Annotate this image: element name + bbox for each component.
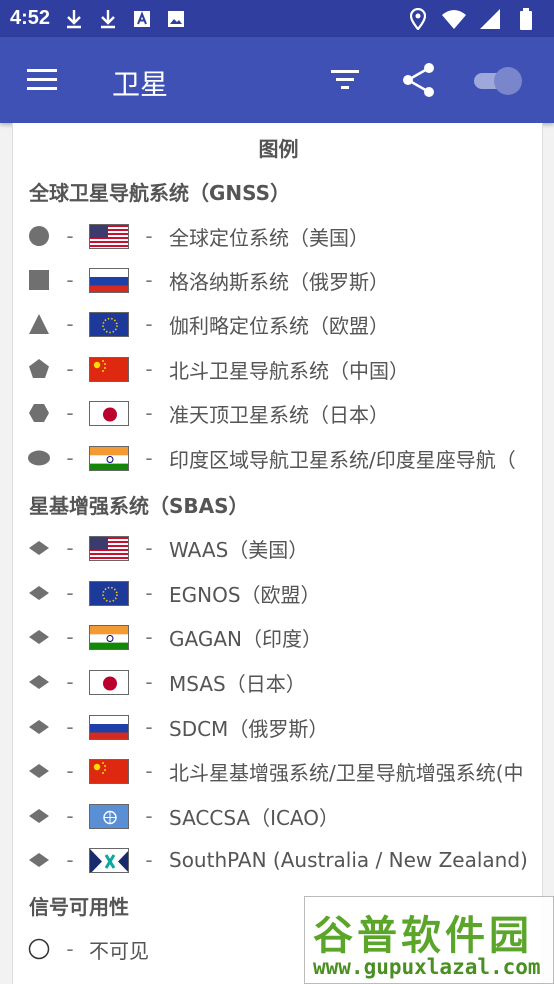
diamond-icon <box>27 848 51 872</box>
signal-icon <box>478 7 502 31</box>
wifi-icon <box>442 7 466 31</box>
russia-flag-icon <box>89 267 129 293</box>
us-flag-icon <box>89 535 129 561</box>
triangle-icon <box>27 312 51 336</box>
legend-row-glonass: - - 格洛纳斯系统（俄罗斯） <box>27 260 544 300</box>
legend-label: 北斗星基增强系统/卫星导航增强系统(中 <box>169 760 524 785</box>
us-flag-icon <box>89 223 129 249</box>
legend-label: SouthPAN (Australia / New Zealand) <box>169 848 528 872</box>
legend-label: SDCM（俄罗斯） <box>169 716 329 741</box>
sbas-section-title: 星基增强系统（SBAS） <box>29 494 249 518</box>
india-flag-icon <box>89 624 129 650</box>
russia-flag-icon <box>89 714 129 740</box>
oval-icon <box>27 446 51 470</box>
india-flag-icon <box>89 445 129 471</box>
legend-label: 北斗卫星导航系统（中国） <box>169 358 409 383</box>
status-bar: 4:52 <box>0 0 554 37</box>
legend-label: 不可见 <box>89 938 149 963</box>
diamond-icon <box>27 581 51 605</box>
legend-row-waas: - - WAAS（美国） <box>27 528 544 568</box>
legend-label: 伽利略定位系统（欧盟） <box>169 313 389 338</box>
legend-row-galileo: - - 伽利略定位系统（欧盟） <box>27 304 544 344</box>
legend-label: WAAS（美国） <box>169 537 309 562</box>
legend-row-southpan: - - SouthPAN (Australia / New Zealand) <box>27 840 544 880</box>
eu-flag-icon <box>89 311 129 337</box>
japan-flag-icon <box>89 400 129 426</box>
toggle-switch[interactable] <box>472 65 526 97</box>
legend-row-beidou: - - 北斗卫星导航系统（中国） <box>27 349 544 389</box>
menu-icon[interactable] <box>27 67 59 93</box>
diamond-icon <box>27 804 51 828</box>
status-time: 4:52 <box>10 7 51 29</box>
font-icon <box>130 7 154 31</box>
japan-flag-icon <box>89 669 129 695</box>
filter-icon[interactable] <box>330 67 360 93</box>
legend-title: 图例 <box>258 137 299 161</box>
china-flag-icon <box>89 356 129 382</box>
diamond-icon <box>27 536 51 560</box>
legend-row-gagan: - - GAGAN（印度） <box>27 617 544 657</box>
share-icon[interactable] <box>400 61 438 99</box>
southpan-flag-icon <box>89 847 129 873</box>
legend-row-gps: - - 全球定位系统（美国） <box>27 216 544 256</box>
pentagon-icon <box>27 357 51 381</box>
legend-row-saccsa: - - SACCSA（ICAO） <box>27 796 544 836</box>
diamond-icon <box>27 759 51 783</box>
app-bar: 卫星 <box>0 37 554 123</box>
hexagon-icon <box>27 401 51 425</box>
legend-label: EGNOS（欧盟） <box>169 582 321 607</box>
legend-row-egnos: - - EGNOS（欧盟） <box>27 573 544 613</box>
legend-label: 格洛纳斯系统（俄罗斯） <box>169 269 389 294</box>
diamond-icon <box>27 670 51 694</box>
location-icon <box>406 7 430 31</box>
download-icon <box>62 7 86 31</box>
legend-label: MSAS（日本） <box>169 671 306 696</box>
watermark-url: www.gupuxlazal.com <box>313 955 541 979</box>
legend-row-qzss: - - 准天顶卫星系统（日本） <box>27 393 544 433</box>
diamond-icon <box>27 625 51 649</box>
download-icon <box>96 7 120 31</box>
legend-label: 准天顶卫星系统（日本） <box>169 402 389 427</box>
eu-flag-icon <box>89 580 129 606</box>
empty-circle-icon <box>27 937 51 961</box>
square-icon <box>27 268 51 292</box>
legend-row-sdcm: - - SDCM（俄罗斯） <box>27 707 544 747</box>
image-icon <box>164 7 188 31</box>
watermark: 谷普软件园 www.gupuxlazal.com <box>304 896 554 984</box>
gnss-section-title: 全球卫星导航系统（GNSS） <box>29 181 291 205</box>
diamond-icon <box>27 715 51 739</box>
icao-flag-icon <box>89 803 129 829</box>
legend-label: GAGAN（印度） <box>169 626 322 651</box>
legend-row-irnss: - - 印度区域导航卫星系统/印度星座导航（ <box>27 438 544 478</box>
signal-section-title: 信号可用性 <box>29 895 129 919</box>
page-title: 卫星 <box>112 68 169 101</box>
watermark-text: 谷普软件园 <box>313 913 533 959</box>
legend-row-msas: - - MSAS（日本） <box>27 662 544 702</box>
legend-label: 全球定位系统（美国） <box>169 225 369 250</box>
china-flag-icon <box>89 758 129 784</box>
legend-card: 图例 全球卫星导航系统（GNSS） - - 全球定位系统（美国） - - 格洛纳… <box>12 123 543 984</box>
battery-icon <box>514 7 538 31</box>
circle-icon <box>27 224 51 248</box>
legend-label: SACCSA（ICAO） <box>169 805 340 830</box>
legend-row-bdsbas: - - 北斗星基增强系统/卫星导航增强系统(中 <box>27 751 544 791</box>
legend-label: 印度区域导航卫星系统/印度星座导航（ <box>169 447 516 472</box>
